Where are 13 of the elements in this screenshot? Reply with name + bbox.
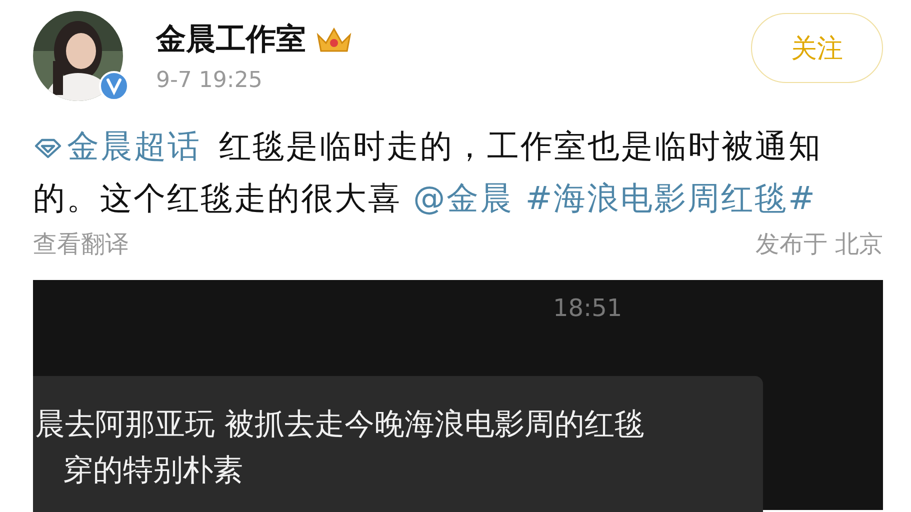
post-time: 9-7 19:25 — [156, 68, 264, 93]
author-name[interactable]: 金晨工作室 — [156, 19, 306, 60]
diamond-icon — [33, 137, 63, 160]
message-time: 18:51 — [553, 294, 622, 322]
follow-button[interactable]: 关注 — [751, 13, 883, 83]
message-text: 晨去阿那亚玩 被抓去走今晚海浪电影周的红毯 — [35, 406, 645, 444]
translate-link[interactable]: 查看翻译 — [33, 228, 129, 260]
mention-link[interactable]: @金晨 — [413, 179, 514, 217]
hashtag-link[interactable]: #海浪电影周红毯# — [525, 179, 816, 217]
post-text: 金晨超话 红毯是临时走的，工作室也是临时被通知的。这个红毯走的很大喜 @金晨 #海浪电影周红毯# — [32, 126, 823, 219]
super-topic-link[interactable]: 金晨超话 — [33, 127, 201, 165]
message-text: 穿的特别朴素 — [63, 452, 243, 490]
post-location: 发布于 北京 — [755, 229, 883, 260]
